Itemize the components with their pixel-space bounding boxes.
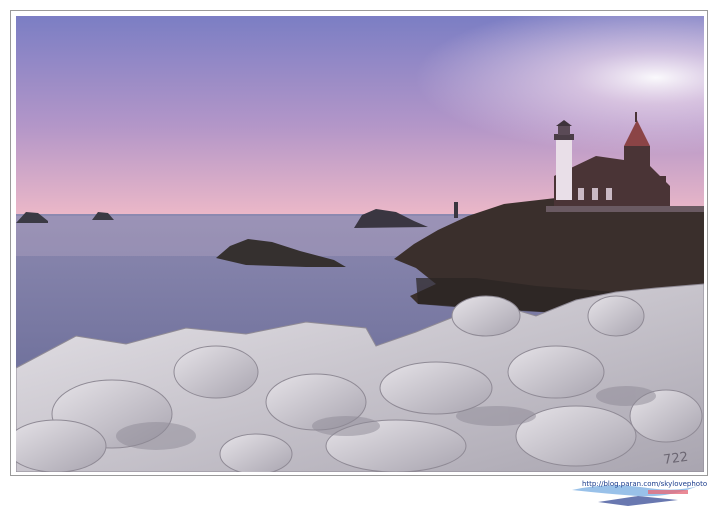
fence: [546, 206, 704, 212]
beacon-post: [454, 202, 458, 218]
watermark-url: http://blog.paran.com/skylovephoto: [582, 480, 708, 488]
coastal-photo: 722: [16, 16, 704, 472]
